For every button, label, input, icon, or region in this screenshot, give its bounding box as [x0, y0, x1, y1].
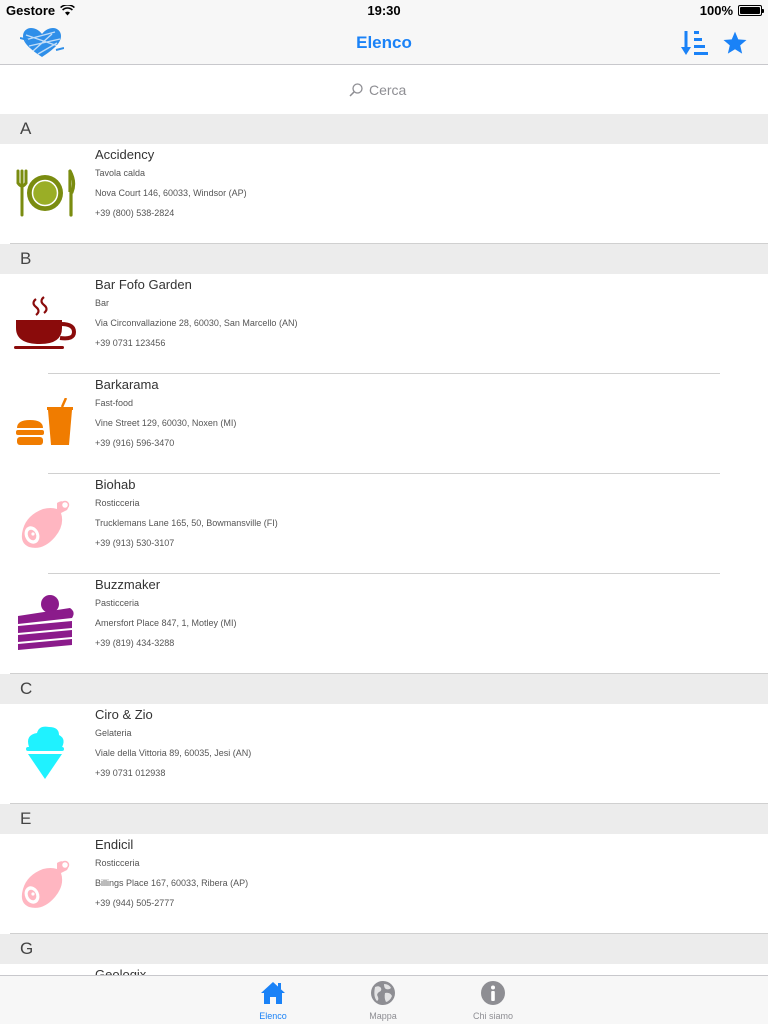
section-header-a: A [0, 114, 768, 144]
cake-icon [12, 594, 78, 652]
list-item-bar-fofo-garden[interactable]: Bar Fofo Garden Bar Via Circonvallazione… [0, 274, 768, 374]
tab-elenco[interactable]: Elenco [238, 976, 308, 1024]
item-phone: +39 (913) 530-3107 [95, 538, 175, 548]
section-header-e: E [0, 804, 768, 834]
item-address: Billings Place 167, 60033, Ribera (AP) [95, 878, 249, 888]
battery-group: 100% [699, 3, 764, 18]
item-address: Viale della Vittoria 89, 60035, Jesi (AN… [95, 748, 252, 758]
item-category: Fast-food [95, 398, 134, 408]
item-name: Barkarama [95, 377, 159, 392]
tab-chi-siamo[interactable]: Chi siamo [458, 976, 528, 1024]
row-divider [10, 933, 768, 934]
sort-descending-icon [681, 31, 708, 55]
search-input[interactable] [369, 82, 419, 98]
item-phone: +39 (800) 538-2824 [95, 208, 175, 218]
list-item-ciro-zio[interactable]: Ciro & Zio Gelateria Viale della Vittori… [0, 704, 768, 804]
item-phone: +39 0731 123456 [95, 338, 166, 348]
plate-cutlery-icon [12, 164, 78, 222]
item-category: Tavola calda [95, 168, 146, 178]
row-divider [10, 803, 768, 804]
row-divider [10, 243, 768, 244]
tab-mappa[interactable]: Mappa [348, 976, 418, 1024]
section-header-g: G [0, 934, 768, 964]
item-address: Vine Street 129, 60030, Noxen (MI) [95, 418, 237, 428]
item-name: Endicil [95, 837, 134, 852]
info-icon [481, 981, 505, 1005]
ham-icon [12, 494, 78, 552]
list-item-biohab[interactable]: Biohab Rosticceria Trucklemans Lane 165,… [0, 474, 768, 574]
item-name: Buzzmaker [95, 577, 161, 592]
item-address: Trucklemans Lane 165, 50, Bowmansville (… [95, 518, 278, 528]
item-name: Biohab [95, 477, 136, 492]
list-item-accidency[interactable]: Accidency Tavola calda Nova Court 146, 6… [0, 144, 768, 244]
search-area [0, 66, 768, 114]
clock: 19:30 [367, 3, 401, 18]
battery-icon [738, 5, 764, 16]
item-name: Bar Fofo Garden [95, 277, 192, 292]
item-category: Gelateria [95, 728, 132, 738]
list-item-buzzmaker[interactable]: Buzzmaker Pasticceria Amersfort Place 84… [0, 574, 768, 674]
star-icon [723, 31, 747, 54]
home-icon [261, 982, 285, 1004]
search-icon [349, 83, 363, 97]
navigation-bar: Elenco [0, 20, 768, 65]
page-title: Elenco [356, 33, 412, 52]
app-screen: Gestore 19:30 100% Elenco Cerca A Accide… [0, 0, 768, 1024]
section-header-b: B [0, 244, 768, 274]
item-phone: +39 (819) 434-3288 [95, 638, 175, 648]
ice-cream-icon [12, 724, 78, 782]
item-category: Pasticceria [95, 598, 140, 608]
item-category: Rosticceria [95, 858, 140, 868]
battery-percent: 100% [699, 3, 733, 18]
list-item-barkarama[interactable]: Barkarama Fast-food Vine Street 129, 600… [0, 374, 768, 474]
nav-actions [680, 28, 750, 58]
item-address: Amersfort Place 847, 1, Motley (MI) [95, 618, 237, 628]
coffee-cup-icon [12, 294, 78, 352]
sort-button[interactable] [680, 28, 710, 58]
item-address: Nova Court 146, 60033, Windsor (AP) [95, 188, 247, 198]
tab-label: Elenco [259, 1011, 287, 1021]
restaurant-list[interactable]: A Accidency Tavola calda Nova Court 146,… [0, 114, 768, 976]
item-phone: +39 0731 012938 [95, 768, 166, 778]
search-bar[interactable] [8, 76, 760, 104]
status-bar: Gestore 19:30 100% [0, 0, 768, 20]
burger-drink-icon [12, 394, 78, 452]
list-item-endicil[interactable]: Endicil Rosticceria Billings Place 167, … [0, 834, 768, 934]
item-category: Bar [95, 298, 110, 308]
item-name: Ciro & Zio [95, 707, 153, 722]
favorites-star-button[interactable] [720, 28, 750, 58]
tab-bar: Elenco Mappa Chi siamo [0, 975, 768, 1024]
globe-icon [371, 981, 395, 1005]
tab-label: Mappa [369, 1011, 397, 1021]
row-divider [10, 673, 768, 674]
section-header-c: C [0, 674, 768, 704]
item-name: Accidency [95, 147, 155, 162]
item-category: Rosticceria [95, 498, 140, 508]
item-phone: +39 (944) 505-2777 [95, 898, 175, 908]
tab-label: Chi siamo [472, 1011, 513, 1021]
item-address: Via Circonvallazione 28, 60030, San Marc… [95, 318, 298, 328]
ham-icon [12, 854, 78, 912]
item-phone: +39 (916) 596-3470 [95, 438, 175, 448]
